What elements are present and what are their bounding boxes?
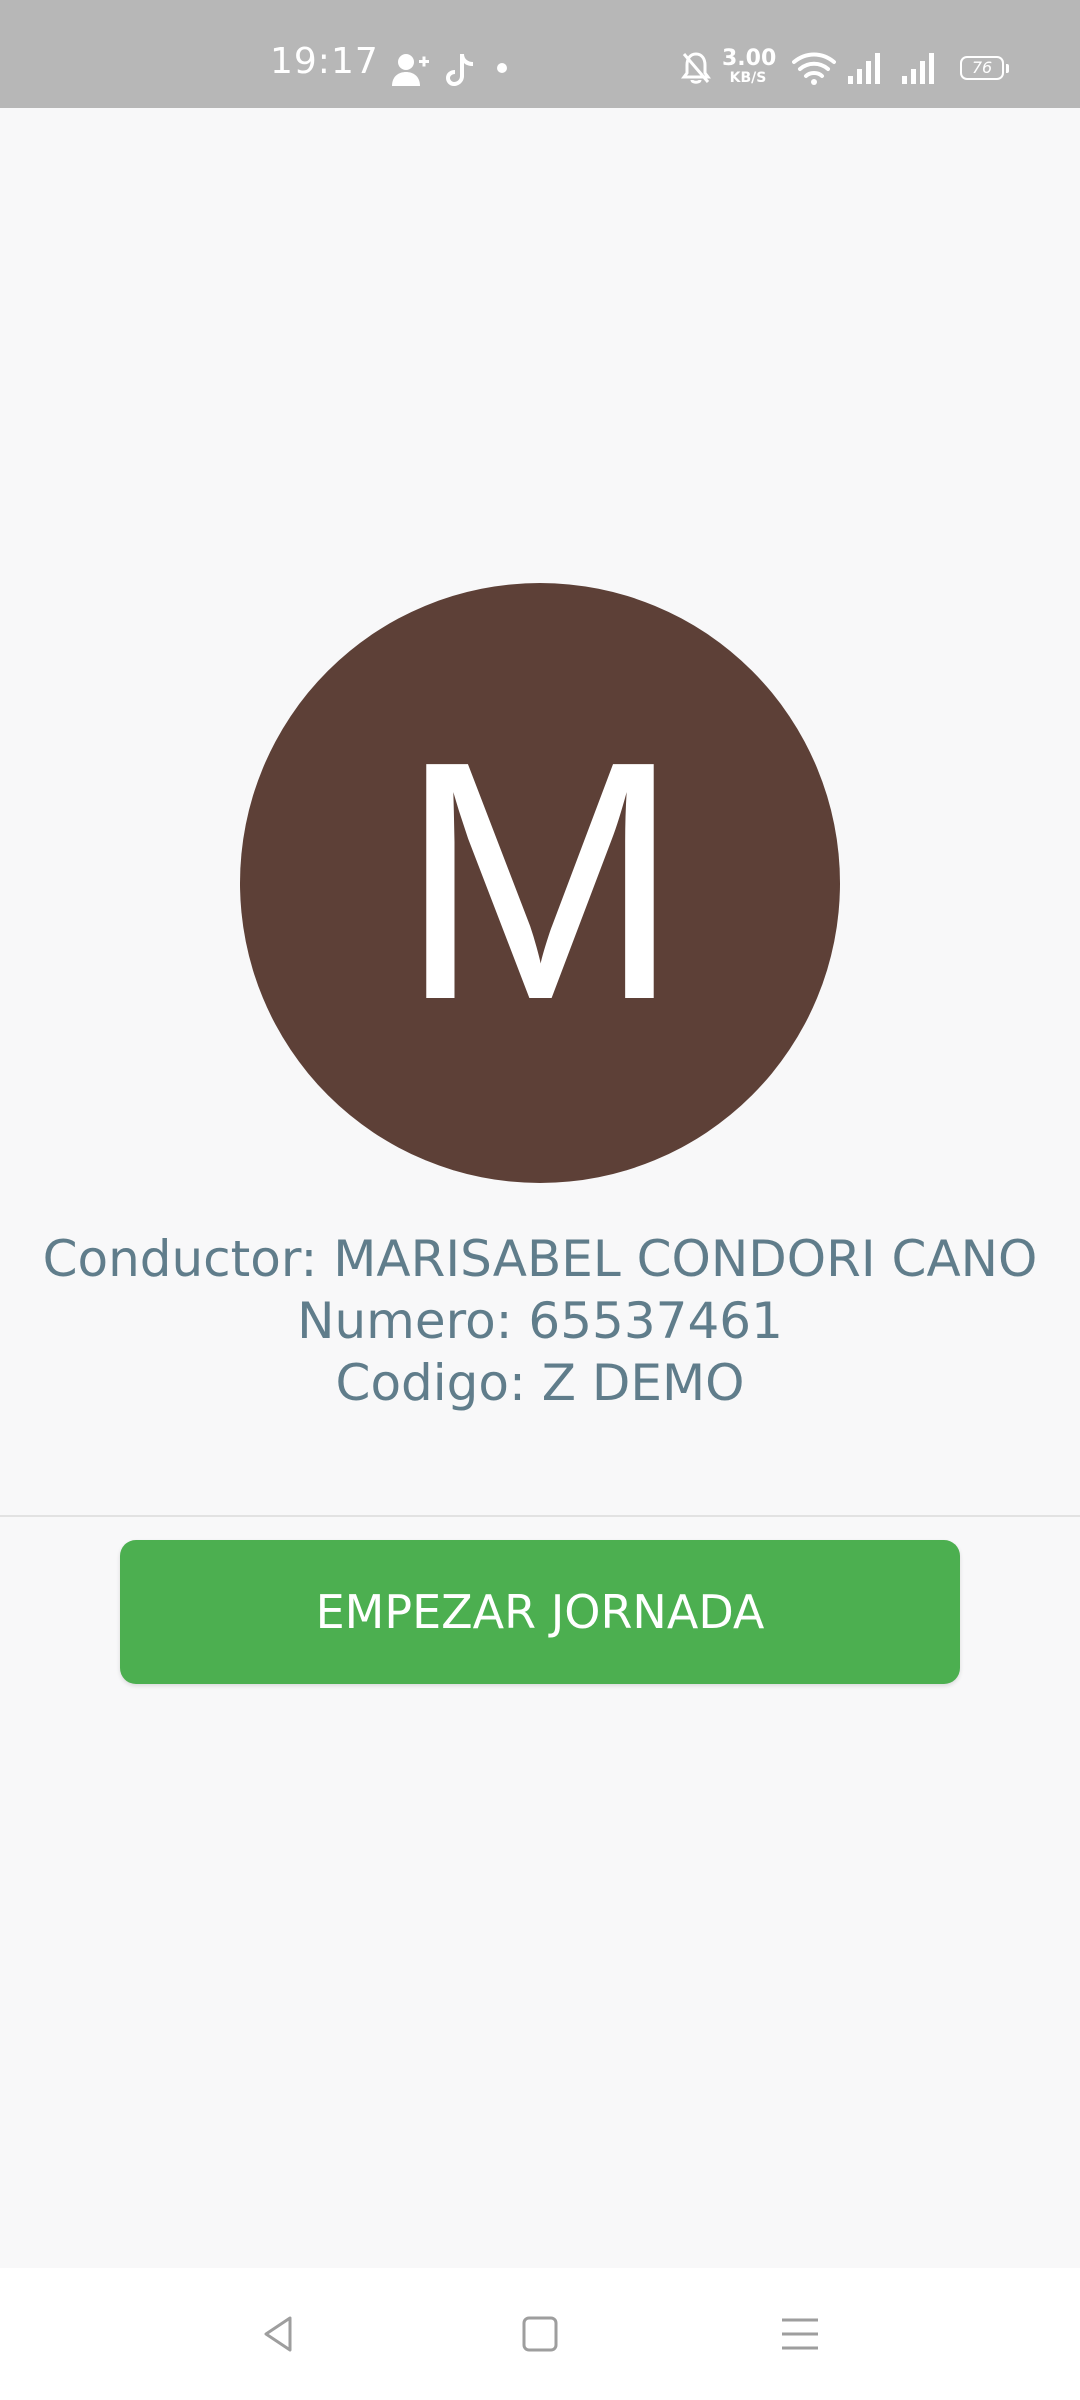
menu-icon[interactable] [776,2310,824,2358]
driver-info: Conductor: MARISABEL CONDORI CANO Numero… [0,1228,1080,1414]
tiktok-icon [446,54,473,86]
signal-icon [848,53,880,84]
network-speed-unit: KB/S [729,70,767,86]
status-time: 19:17 [270,41,379,82]
wifi-icon [792,52,836,85]
driver-number: Numero: 65537461 [297,1292,783,1350]
driver-avatar: M [240,583,840,1183]
home-icon[interactable] [516,2310,564,2358]
add-contact-icon [392,54,429,86]
network-speed: 3.00 KB/S [722,46,777,86]
navigation-bar [0,2268,1080,2400]
bell-off-icon [681,52,711,84]
divider [0,1515,1080,1517]
avatar-letter: M [398,691,682,1071]
start-shift-button[interactable]: EMPEZAR JORNADA [120,1540,960,1684]
network-speed-value: 3.00 [722,46,777,71]
driver-name: Conductor: MARISABEL CONDORI CANO [42,1230,1038,1288]
battery-icon: 76 [960,56,1009,80]
signal-icon [902,53,934,84]
driver-code: Codigo: Z DEMO [335,1354,745,1412]
status-bar: 19:17 3.00 KB/S 76 [0,0,1080,108]
battery-level: 76 [971,58,993,77]
notification-dot-icon [497,63,507,73]
back-icon[interactable] [256,2310,304,2358]
